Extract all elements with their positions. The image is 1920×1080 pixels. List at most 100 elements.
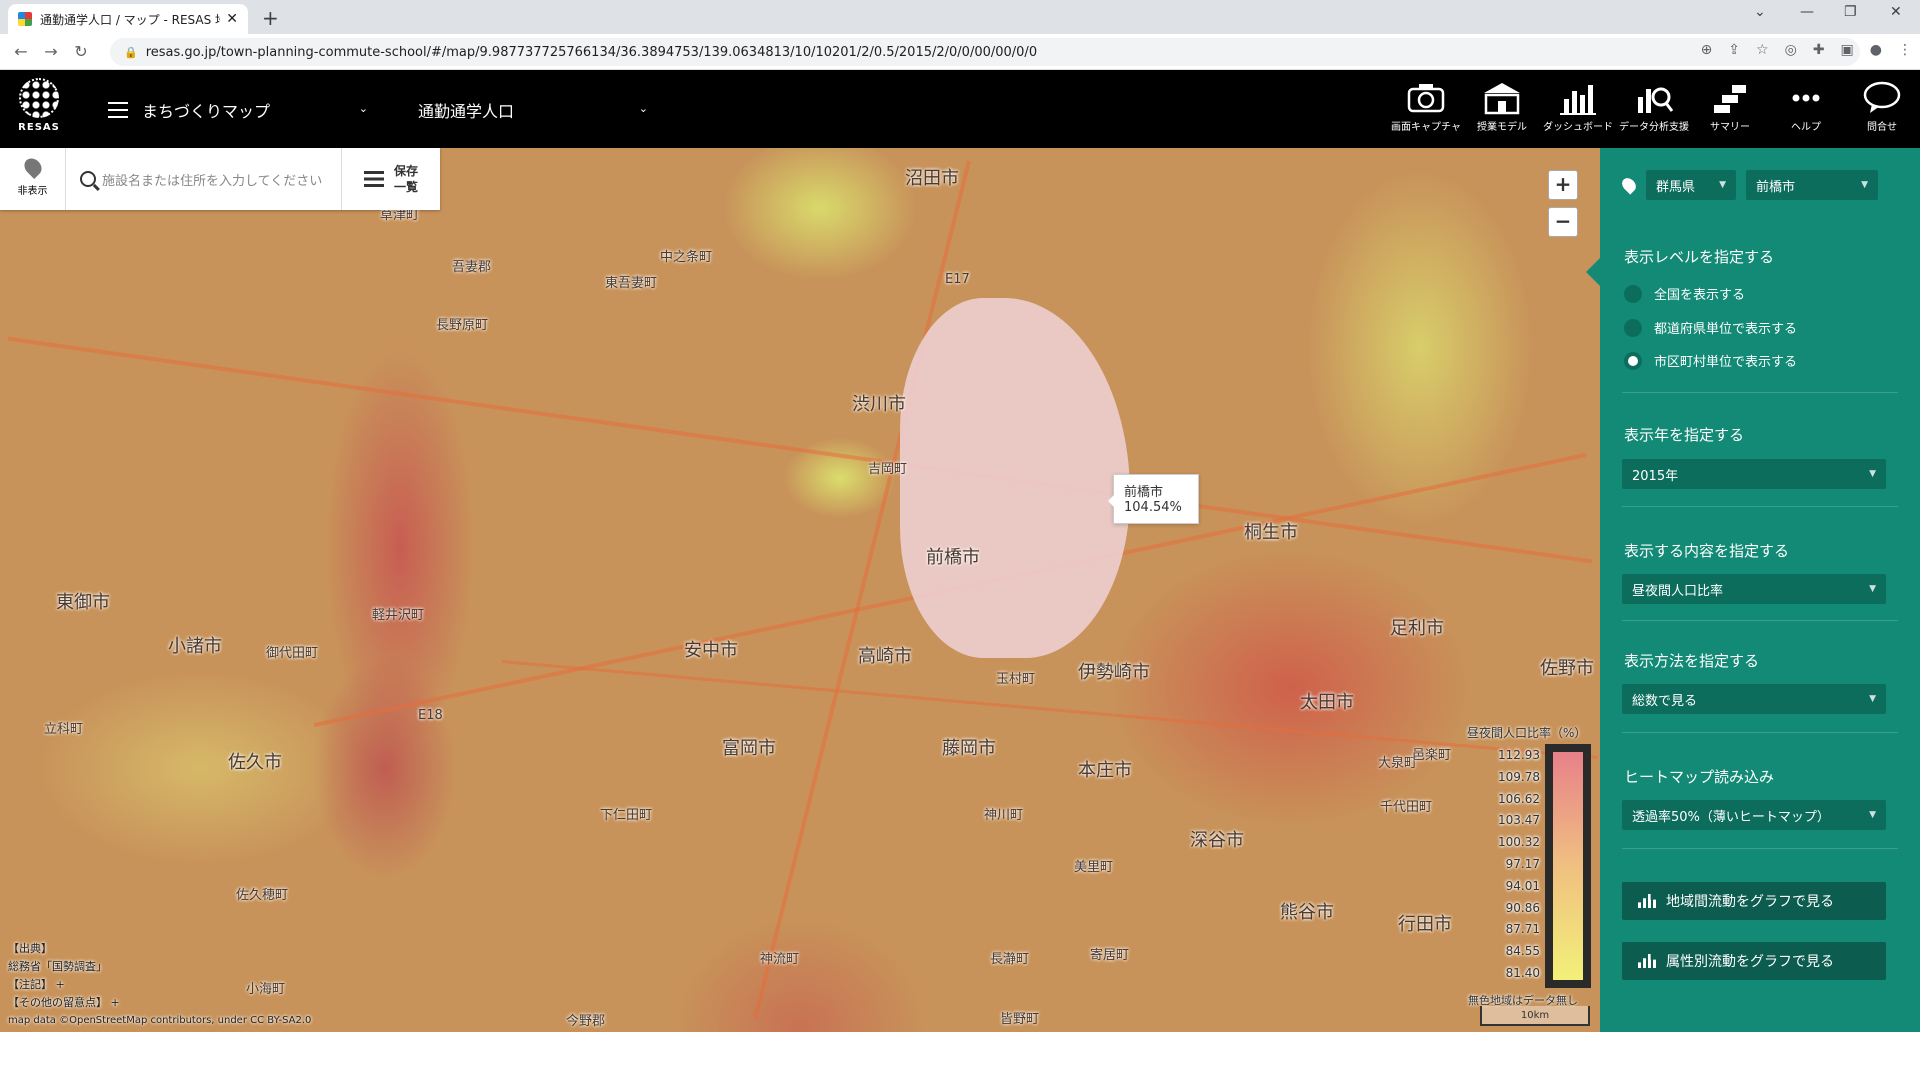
method-select[interactable]: 総数で見る ▼ <box>1622 684 1886 714</box>
dashboard-icon <box>1560 85 1596 115</box>
source-heading: 【出典】 <box>8 942 52 955</box>
map-menu-dropdown[interactable]: まちづくりマップ ⌄ <box>108 98 368 122</box>
summary-button[interactable]: サマリー <box>1692 70 1768 148</box>
map-canvas[interactable]: 沼田市 中之条町 東吾妻町 長野原町 吾妻郡 渋川市 吉岡町 前橋市 桐生市 東… <box>0 148 1600 1032</box>
zoom-out-button[interactable]: − <box>1548 207 1578 237</box>
forward-icon[interactable]: → <box>36 42 66 61</box>
notes-toggle[interactable]: 【注記】 + <box>8 976 311 994</box>
level-option-prefecture[interactable]: 都道府県単位で表示する <box>1624 318 1797 337</box>
map-label: 小諸市 <box>168 636 222 657</box>
new-tab-icon[interactable]: + <box>262 6 279 30</box>
content-select[interactable]: 昼夜間人口比率 ▼ <box>1622 574 1886 604</box>
maebashi-highlight[interactable] <box>900 298 1130 658</box>
capture-button[interactable]: 画面キャプチャ <box>1388 70 1464 148</box>
map-label: 下仁田町 <box>600 808 653 823</box>
year-select[interactable]: 2015年 ▼ <box>1622 459 1886 489</box>
map-label: 吉岡町 <box>868 462 908 477</box>
map-label: 太田市 <box>1300 692 1354 713</box>
search-placeholder: 施設名または住所を入力してください <box>102 173 323 189</box>
divider <box>1622 506 1898 507</box>
content-value: 昼夜間人口比率 <box>1632 583 1724 599</box>
legend-gradient <box>1553 752 1583 980</box>
reload-icon[interactable]: ↻ <box>66 42 96 61</box>
legend-value: 100.32 <box>1498 835 1540 850</box>
legend-title: 昼夜間人口比率（%） <box>1467 726 1587 740</box>
legend-value: 109.78 <box>1498 769 1540 784</box>
radio-button-selected[interactable] <box>1624 351 1642 370</box>
map-label: E18 <box>418 708 443 723</box>
map-label: 神流町 <box>760 952 800 967</box>
kebab-menu-icon[interactable]: ⋮ <box>1898 42 1912 58</box>
zoom-in-button[interactable]: + <box>1548 170 1578 200</box>
analysis-icon <box>1638 87 1674 113</box>
level-option-national[interactable]: 全国を表示する <box>1624 284 1745 303</box>
maximize-icon[interactable]: ❐ <box>1844 4 1857 20</box>
lesson-model-button[interactable]: 授業モデル <box>1464 70 1540 148</box>
tab-close-icon[interactable]: ✕ <box>226 11 238 27</box>
tab-search-icon[interactable]: ⌄ <box>1754 4 1766 20</box>
map-label: 前橋市 <box>926 547 980 568</box>
map-label: 沼田市 <box>905 168 959 189</box>
save-list-button[interactable]: 保存 一覧 <box>342 148 440 210</box>
chat-icon <box>1863 81 1901 113</box>
header-tools: 画面キャプチャ 授業モデル ダッシュボード データ分析支援 サマリー ヘルプ 問… <box>1388 70 1920 148</box>
theme-dropdown[interactable]: 通勤通学人口 ⌄ <box>418 98 648 122</box>
url-text: resas.go.jp/town-planning-commute-school… <box>145 44 1038 60</box>
share-icon[interactable]: ⇪ <box>1728 42 1740 58</box>
radio-button[interactable] <box>1624 284 1642 303</box>
resas-logo[interactable]: RESAS <box>12 78 66 140</box>
divider <box>1622 620 1898 621</box>
minimize-icon[interactable]: — <box>1800 4 1814 20</box>
analysis-button[interactable]: データ分析支援 <box>1616 70 1692 148</box>
browser-tab[interactable]: 通勤通学人口 / マップ - RESAS 地域 ✕ <box>8 4 248 34</box>
dashboard-button[interactable]: ダッシュボード <box>1540 70 1616 148</box>
contact-button[interactable]: 問合せ <box>1844 70 1920 148</box>
chevron-down-icon: ⌄ <box>638 102 648 115</box>
profile-avatar[interactable]: ● <box>1870 42 1882 58</box>
bookmark-star-icon[interactable]: ☆ <box>1756 42 1769 58</box>
city-select[interactable]: 前橋市 ▼ <box>1746 170 1878 200</box>
level-label: 都道府県単位で表示する <box>1654 322 1798 337</box>
map-label: 立科町 <box>44 722 84 737</box>
map-label: 長野原町 <box>436 318 489 333</box>
radio-button[interactable] <box>1624 318 1642 337</box>
map-label: 玉村町 <box>996 672 1036 687</box>
favicon-icon <box>18 12 32 26</box>
legend-value: 81.40 <box>1505 966 1540 980</box>
map-label: E17 <box>945 272 970 287</box>
level-option-municipality[interactable]: 市区町村単位で表示する <box>1624 351 1797 370</box>
heatmap-select[interactable]: 透過率50%（薄いヒートマップ） ▼ <box>1622 800 1886 830</box>
map-label: 深谷市 <box>1190 830 1244 851</box>
level-title: 表示レベルを指定する <box>1624 248 1775 266</box>
area-selector: 群馬県 ▼ 前橋市 ▼ <box>1619 170 1878 200</box>
lock-icon: 🔒 <box>124 45 138 59</box>
level-label: 市区町村単位で表示する <box>1654 355 1798 370</box>
regional-flow-graph-button[interactable]: 地域間流動をグラフで見る <box>1622 882 1886 920</box>
zoom-icon[interactable]: ⊕ <box>1701 42 1713 58</box>
hamburger-icon[interactable] <box>108 102 128 118</box>
content-title: 表示する内容を指定する <box>1624 542 1790 560</box>
help-button[interactable]: ヘルプ <box>1768 70 1844 148</box>
prefecture-select[interactable]: 群馬県 ▼ <box>1646 170 1736 200</box>
caret-icon: ▼ <box>1861 180 1868 190</box>
puzzle-icon[interactable]: ✚ <box>1813 42 1825 58</box>
address-bar[interactable]: 🔒 resas.go.jp/town-planning-commute-scho… <box>110 38 1860 66</box>
sidepanel-icon[interactable]: ▣ <box>1841 42 1854 58</box>
map-attribution[interactable]: map data ©OpenStreetMap contributors, un… <box>8 1012 311 1030</box>
summary-icon <box>1714 85 1746 113</box>
year-value: 2015年 <box>1632 468 1679 484</box>
extensions-area: ⊕ ⇪ ☆ ◎ ✚ ▣ ● ⋮ <box>1701 42 1912 58</box>
hide-button[interactable]: 非表示 <box>0 148 66 210</box>
caveats-toggle[interactable]: 【その他の留意点】 + <box>8 994 311 1012</box>
window-close-icon[interactable]: ✕ <box>1890 4 1902 20</box>
map-label: 皆野町 <box>1000 1012 1040 1027</box>
map-label: 軽井沢町 <box>372 608 425 623</box>
extension-icon[interactable]: ◎ <box>1785 42 1797 58</box>
legend-value: 106.62 <box>1498 791 1540 806</box>
tooltip-name: 前橋市 <box>1124 485 1164 500</box>
attribute-flow-graph-button[interactable]: 属性別流動をグラフで見る <box>1622 942 1886 980</box>
back-icon[interactable]: ← <box>6 42 36 61</box>
divider <box>1622 732 1898 733</box>
facility-search-input[interactable]: 施設名または住所を入力してください <box>66 148 342 210</box>
map-label: 千代田町 <box>1380 800 1433 815</box>
